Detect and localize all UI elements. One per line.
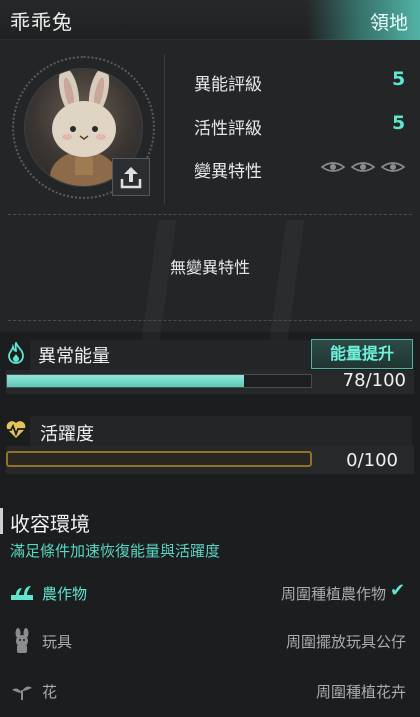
creature-name: 乖乖兔 [10,10,73,34]
activity-rating-value: 5 [392,112,406,134]
divider [8,320,412,321]
requirement-name: 花 [42,683,58,701]
energy-label: 異常能量 [38,346,110,367]
no-mutation-text: 無變異特性 [169,258,250,277]
toy-icon [12,628,32,658]
anomaly-rating-label: 異能評級 [194,75,262,95]
activity-value: 0/100 [346,450,398,471]
containment-title: 收容環境 [10,512,90,536]
mutation-slots [320,158,410,180]
list-item: 玩具 周圍擺放玩具公仔 [0,620,420,664]
check-icon: ✔ [390,580,406,601]
requirement-name: 玩具 [42,633,73,651]
list-item: 花 周圍種植花卉 [0,670,420,714]
requirement-condition: 周圍種植花卉 [315,683,406,701]
section-accent [0,508,3,534]
energy-progress-bar [6,374,312,388]
requirement-condition: 周圍擺放玩具公仔 [285,633,406,651]
list-item: 農作物 周圍種植農作物 ✔ [0,572,420,616]
upload-icon [120,167,142,189]
energy-progress-fill [7,375,245,387]
share-button[interactable] [112,158,150,196]
activity-rating-label: 活性評級 [194,119,262,139]
flower-icon [10,682,34,706]
territory-button[interactable]: 領地 [306,0,420,40]
mutation-trait-label: 變異特性 [194,162,262,182]
eye-icon [320,162,406,172]
activity-label: 活躍度 [40,424,94,445]
divider [8,214,412,215]
requirement-name: 農作物 [42,585,88,603]
activity-progress-bar [6,451,312,467]
requirement-condition: 周圍種植農作物 [280,585,386,603]
heart-pulse-icon [5,420,27,444]
anomaly-rating-value: 5 [392,68,406,90]
containment-subtitle: 滿足條件加速恢復能量與活躍度 [10,542,221,560]
crop-icon [10,582,34,606]
energy-boost-button[interactable]: 能量提升 [311,339,413,369]
panel-divider [164,54,165,204]
flame-icon [6,340,26,368]
energy-value: 78/100 [342,370,406,391]
